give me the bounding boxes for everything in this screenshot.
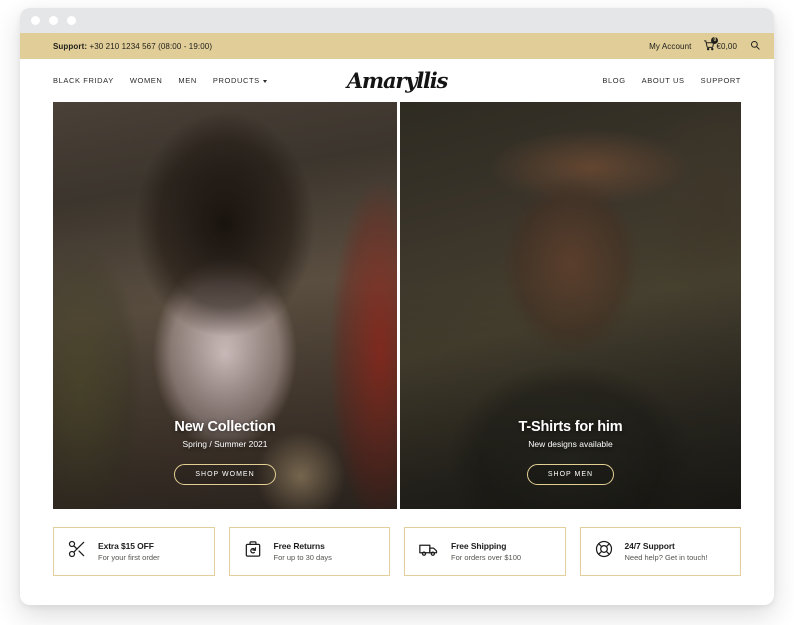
browser-window: Support: +30 210 1234 567 (08:00 - 19:00… [20, 8, 774, 605]
scissors-icon [67, 539, 87, 564]
shopping-cart-icon: 0 [704, 36, 719, 53]
nav-left-group: BLACK FRIDAY WOMEN MEN PRODUCTS [53, 76, 397, 85]
feature-title-discount: Extra $15 OFF [98, 540, 154, 551]
topbar-actions: My Account 0 €0,00 [649, 36, 760, 53]
hero-content-men: T-Shirts for him New designs available S… [400, 419, 741, 485]
site-logo[interactable]: Amaryllis [347, 70, 449, 91]
window-maximize-dot[interactable] [67, 16, 76, 25]
shop-men-button[interactable]: SHOP MEN [526, 464, 615, 485]
window-minimize-dot[interactable] [49, 16, 58, 25]
feature-box-support[interactable]: 24/7 Support Need help? Get in touch! [579, 527, 741, 576]
feature-box-returns[interactable]: Free Returns For up to 30 days [228, 527, 390, 576]
shop-women-button[interactable]: SHOP WOMEN [174, 464, 276, 485]
delivery-truck-icon [418, 539, 440, 564]
search-icon[interactable] [750, 40, 760, 52]
hero-title-women: New Collection [174, 419, 276, 435]
nav-item-men-label: MEN [178, 76, 197, 85]
nav-item-support-label: SUPPORT [700, 76, 741, 85]
feature-text-discount: Extra $15 OFF For your first order [98, 541, 160, 563]
nav-item-products[interactable]: PRODUCTS [213, 76, 267, 85]
nav-item-women-label: WOMEN [129, 76, 163, 85]
feature-title-support: 24/7 Support [624, 540, 675, 551]
nav-right-group: BLOG ABOUT US SUPPORT [397, 76, 741, 85]
feature-text-shipping: Free Shipping For orders over $100 [451, 541, 521, 563]
window-close-dot[interactable] [31, 16, 40, 25]
support-info: Support: +30 210 1234 567 (08:00 - 19:00… [53, 42, 212, 51]
chevron-down-icon [262, 79, 267, 83]
hero-subtitle-women: Spring / Summer 2021 [182, 439, 268, 449]
nav-item-about-us-label: ABOUT US [641, 76, 685, 85]
nav-item-blog-label: BLOG [602, 76, 626, 85]
feature-desc-returns: For up to 30 days [273, 553, 332, 563]
feature-desc-shipping: For orders over $100 [451, 553, 522, 563]
cart-total-amount: €0,00 [716, 41, 737, 51]
cart-widget[interactable]: 0 €0,00 [704, 36, 737, 53]
browser-titlebar [20, 8, 774, 33]
feature-text-support: 24/7 Support Need help? Get in touch! [625, 541, 708, 563]
lifebuoy-icon [594, 539, 614, 564]
feature-desc-support: Need help? Get in touch! [624, 553, 708, 563]
nav-item-women[interactable]: WOMEN [130, 76, 163, 85]
feature-box-discount[interactable]: Extra $15 OFF For your first order [53, 527, 215, 576]
feature-box-shipping[interactable]: Free Shipping For orders over $100 [404, 527, 566, 576]
feature-boxes: Extra $15 OFF For your first order Free … [53, 527, 741, 576]
hero-panel-women[interactable]: New Collection Spring / Summer 2021 SHOP… [53, 102, 397, 509]
feature-title-shipping: Free Shipping [451, 540, 507, 551]
feature-title-returns: Free Returns [273, 540, 325, 551]
main-navigation: BLACK FRIDAY WOMEN MEN PRODUCTS Amarylli… [20, 59, 774, 102]
hero-section: New Collection Spring / Summer 2021 SHOP… [53, 102, 741, 509]
nav-item-men[interactable]: MEN [178, 76, 196, 85]
hero-content-women: New Collection Spring / Summer 2021 SHOP… [53, 419, 397, 485]
cart-count-badge: 0 [711, 36, 719, 44]
my-account-link[interactable]: My Account [649, 42, 691, 51]
support-label: Support: [53, 41, 88, 51]
nav-item-blog[interactable]: BLOG [602, 76, 625, 85]
hero-panel-men[interactable]: T-Shirts for him New designs available S… [400, 102, 741, 509]
feature-desc-discount: For your first order [98, 553, 160, 563]
feature-text-returns: Free Returns For up to 30 days [274, 541, 332, 563]
hero-title-men: T-Shirts for him [518, 419, 623, 435]
return-box-icon [243, 539, 263, 564]
hero-subtitle-men: New designs available [528, 439, 613, 449]
nav-item-support[interactable]: SUPPORT [701, 76, 741, 85]
nav-item-black-friday-label: BLACK FRIDAY [53, 76, 114, 85]
nav-item-about-us[interactable]: ABOUT US [642, 76, 685, 85]
nav-item-black-friday[interactable]: BLACK FRIDAY [53, 76, 114, 85]
nav-item-products-label: PRODUCTS [212, 76, 260, 85]
support-phone: +30 210 1234 567 (08:00 - 19:00) [87, 41, 213, 51]
support-topbar: Support: +30 210 1234 567 (08:00 - 19:00… [20, 33, 774, 59]
